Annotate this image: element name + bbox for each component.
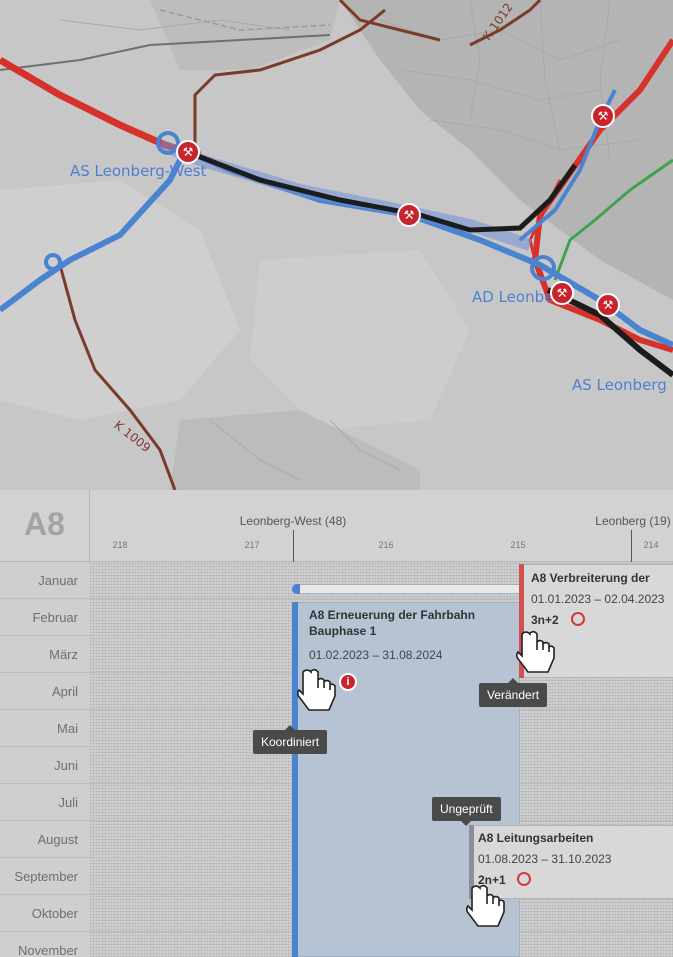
km-tick: 216 bbox=[378, 540, 394, 550]
status-ring-icon bbox=[517, 872, 531, 886]
highway-name: A8 bbox=[24, 506, 65, 542]
work-title: A8 Erneuerung der Fahrbahn bbox=[309, 608, 476, 622]
km-tick: 218 bbox=[112, 540, 128, 550]
work-dates: 01.02.2023 – 31.08.2024 bbox=[309, 648, 443, 662]
junction-label: Leonberg (19) bbox=[595, 514, 671, 528]
map-view[interactable]: AS Leonberg-West AD Leonberg AS Leonberg… bbox=[0, 0, 673, 491]
junction-marker bbox=[293, 530, 294, 562]
month-label: April bbox=[51, 684, 78, 699]
lane-config: 3n+2 bbox=[531, 613, 559, 627]
month-label: Januar bbox=[38, 573, 78, 588]
month-label: Juni bbox=[54, 758, 78, 773]
highway-label: A8 bbox=[0, 490, 90, 562]
month-label: Februar bbox=[32, 610, 78, 625]
status-tooltip-koordiniert: Koordiniert bbox=[253, 725, 328, 754]
junction-label-leonberg: AS Leonberg bbox=[572, 376, 667, 394]
km-tick: 214 bbox=[643, 540, 659, 550]
work-title: A8 Verbreiterung der bbox=[531, 571, 650, 585]
km-tick: 217 bbox=[244, 540, 260, 550]
work-title: A8 Leitungsarbeiten bbox=[478, 831, 594, 845]
roadworks-icon[interactable]: ⚒ bbox=[550, 281, 574, 305]
month-label: Oktober bbox=[31, 906, 78, 921]
work-dates: 01.08.2023 – 31.10.2023 bbox=[478, 852, 612, 866]
hand-cursor-icon bbox=[516, 630, 555, 673]
hand-cursor-icon bbox=[297, 668, 336, 711]
roadworks-icon[interactable]: ⚒ bbox=[397, 203, 421, 227]
roadworks-icon[interactable]: ⚒ bbox=[176, 140, 200, 164]
junction-label: Leonberg-West (48) bbox=[239, 514, 347, 528]
work-bar-fahrbahn-edge[interactable] bbox=[292, 602, 298, 957]
info-icon[interactable]: i bbox=[339, 673, 357, 691]
month-label: Mai bbox=[57, 721, 78, 736]
status-tooltip-ungeprueft: Ungeprüft bbox=[432, 797, 501, 826]
km-axis: Leonberg-West (48) Leonberg (19) 218 217… bbox=[90, 490, 673, 562]
work-title-line2: Bauphase 1 bbox=[309, 624, 377, 638]
work-bar-cap-handle bbox=[292, 584, 300, 594]
month-label: August bbox=[37, 832, 78, 847]
junction-marker bbox=[631, 530, 632, 562]
month-label: September bbox=[14, 869, 78, 884]
roadworks-icon[interactable]: ⚒ bbox=[596, 293, 620, 317]
work-dates: 01.01.2023 – 02.04.2023 bbox=[531, 592, 665, 606]
roadworks-timeline[interactable]: A8 Leonberg-West (48) Leonberg (19) 218 … bbox=[0, 490, 673, 957]
month-label: März bbox=[49, 647, 78, 662]
status-tooltip-veraendert: Verändert bbox=[479, 678, 548, 707]
month-label: Juli bbox=[58, 795, 78, 810]
work-bar-cap[interactable] bbox=[292, 584, 532, 594]
hand-cursor-icon bbox=[466, 884, 505, 927]
km-tick: 215 bbox=[510, 540, 526, 550]
month-label: November bbox=[18, 943, 78, 957]
roadworks-icon[interactable]: ⚒ bbox=[591, 104, 615, 128]
status-ring-icon bbox=[571, 612, 585, 626]
map-canvas[interactable] bbox=[0, 0, 673, 491]
junction-label-leonberg-west: AS Leonberg-West bbox=[70, 162, 207, 180]
